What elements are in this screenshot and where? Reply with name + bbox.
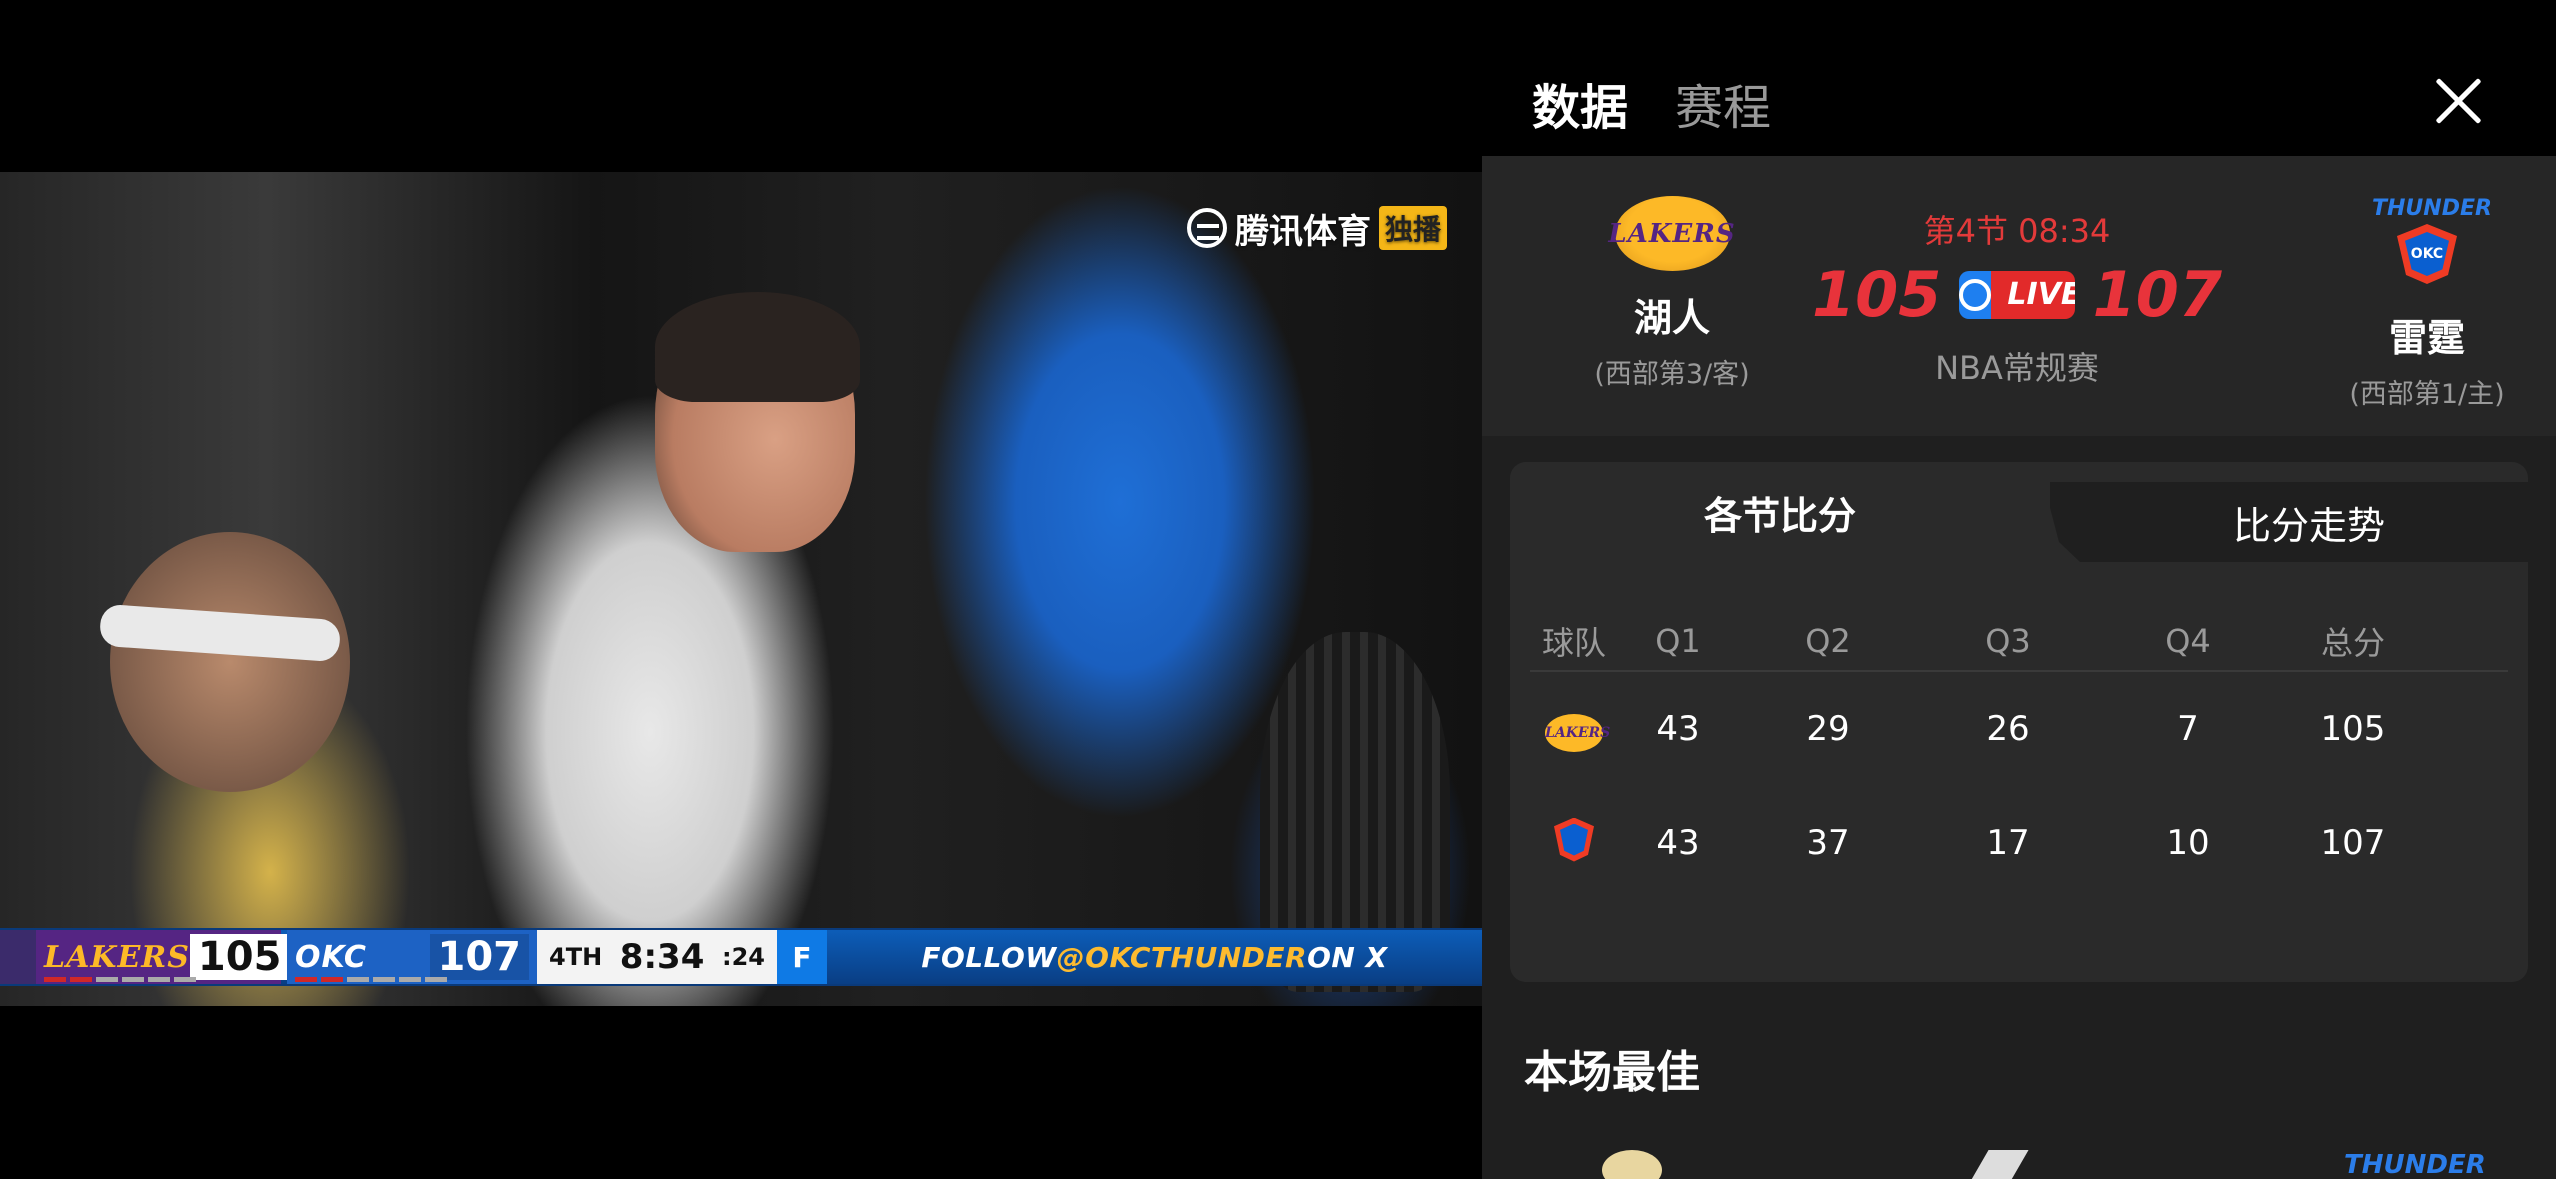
watermark-brand: 腾讯体育 (1235, 211, 1371, 252)
follow-handle: @OKCTHUNDER (1056, 940, 1308, 974)
period-label: 4TH (549, 943, 603, 971)
live-label: LIVE (1991, 270, 2075, 319)
scorebug-home: LAKERS 105 (36, 930, 290, 984)
background-player-image (110, 532, 350, 792)
table-cell: 26 (1986, 709, 2030, 749)
tab-data[interactable]: 数据 (1532, 68, 1628, 138)
okc-logo-icon: OKC (295, 939, 367, 975)
best-player-avatar (1602, 1150, 1662, 1179)
table-header: 球队 Q1 Q2 Q3 Q4 总分 (1530, 612, 2508, 672)
live-badge[interactable]: LIVE (1959, 270, 2075, 319)
fanduel-icon: F (777, 930, 827, 984)
table-cell: 43 (1656, 823, 1700, 863)
table-cell: 37 (1806, 823, 1850, 863)
panel-header: 数据 赛程 (1482, 0, 2556, 156)
thunder-logo-icon: THUNDER (2344, 1150, 2486, 1179)
best-player-icon (1965, 1150, 2029, 1179)
lakers-logo-icon: LAKERS (1545, 714, 1610, 752)
exclusive-badge: 独播 (1379, 206, 1448, 250)
away-team-name: 雷霆 (2388, 316, 2465, 360)
tab-score-trend-label: 比分走势 (2232, 503, 2385, 548)
scorebug-follow-banner: FOLLOW @OKCTHUNDER ON X (921, 940, 1388, 974)
col-q3: Q3 (1985, 622, 2031, 660)
quarter-score-table: 球队 Q1 Q2 Q3 Q4 总分 LAKERS 43 29 26 7 105 … (1530, 612, 2508, 900)
section-title-best: 本场最佳 (1524, 1047, 1700, 1098)
away-team-rank: (西部第1/主) (2349, 379, 2505, 410)
home-team-name: 湖人 (1633, 296, 1710, 340)
tab-quarter-scores[interactable]: 各节比分 (1510, 462, 2050, 562)
table-cell: 17 (1986, 823, 2030, 863)
score-row: 105 LIVE 107 (1812, 258, 2222, 331)
lakers-logo-icon: LAKERS (1608, 196, 1735, 271)
home-team-rank: (西部第3/客) (1594, 359, 1750, 390)
tab-score-trend[interactable]: 比分走势 (2050, 482, 2528, 562)
table-cell: 107 (2320, 823, 2386, 863)
scorebug-home-score: 105 (189, 934, 290, 980)
table-cell: 7 (2177, 709, 2199, 749)
row-team-logo (1530, 812, 1618, 875)
live-stream-icon (1959, 270, 1992, 319)
game-clock: 8:34 (619, 937, 705, 977)
home-score: 105 (1812, 258, 1942, 331)
away-timeouts (295, 977, 447, 982)
table-cell: 10 (2166, 823, 2210, 863)
league-label: NBA常规赛 (1935, 349, 2099, 387)
scorebug-edge (0, 930, 36, 984)
tab-schedule[interactable]: 赛程 (1675, 68, 1771, 138)
table-row: 43 37 17 10 107 (1530, 786, 2508, 900)
lakers-logo-icon: LAKERS (44, 939, 190, 975)
table-row: LAKERS 43 29 26 7 105 (1530, 672, 2508, 786)
coach-hair-image (655, 292, 860, 402)
game-status: 第4节 08:34 (1923, 212, 2111, 250)
tv-scorebug: LAKERS 105 OKC 107 4TH 8:34 :24 F FOLLOW… (0, 928, 1482, 986)
close-icon[interactable] (2432, 75, 2484, 127)
tab-quarter-scores-label: 各节比分 (1703, 493, 1856, 538)
boxscore-card: 比分走势 各节比分 球队 Q1 Q2 Q3 Q4 总分 LAKERS 43 29… (1510, 462, 2528, 982)
scorebug-away-score: 107 (429, 934, 529, 980)
col-q4: Q4 (2165, 622, 2211, 660)
row-team-logo: LAKERS (1530, 706, 1618, 752)
table-cell: 43 (1656, 709, 1700, 749)
table-cell: 105 (2320, 709, 2386, 749)
thunder-logo-icon: THUNDER OKC (2372, 196, 2492, 291)
scorebug-clock: 4TH 8:34 :24 (537, 930, 777, 984)
col-total: 总分 (2320, 624, 2385, 662)
home-team[interactable]: LAKERS 湖人 (西部第3/客) (1542, 196, 1802, 391)
away-score: 107 (2092, 258, 2222, 331)
shot-clock: :24 (721, 943, 765, 971)
col-q1: Q1 (1655, 622, 1701, 660)
away-team[interactable]: THUNDER OKC 雷霆 (西部第1/主) (2297, 196, 2556, 411)
home-timeouts (44, 977, 196, 982)
video-player[interactable]: 腾讯体育 独播 LAKERS 105 OKC 107 4TH 8:34 :24 … (0, 172, 1482, 1006)
match-summary: LAKERS 湖人 (西部第3/客) 第4节 08:34 105 LIVE 10… (1482, 156, 2556, 436)
broadcaster-watermark: 腾讯体育 独播 (1187, 205, 1448, 252)
table-cell: 29 (1806, 709, 1850, 749)
scorebug-away: OKC 107 (287, 930, 537, 984)
col-team: 球队 (1541, 624, 1606, 662)
col-q2: Q2 (1805, 622, 1851, 660)
thunder-logo-icon (1546, 812, 1602, 866)
tencent-sports-logo-icon (1187, 208, 1227, 248)
stats-panel: 数据 赛程 LAKERS 湖人 (西部第3/客) 第4节 08:34 105 L… (1482, 0, 2556, 1179)
score-center: 第4节 08:34 105 LIVE 107 NBA常规赛 (1812, 206, 2222, 389)
